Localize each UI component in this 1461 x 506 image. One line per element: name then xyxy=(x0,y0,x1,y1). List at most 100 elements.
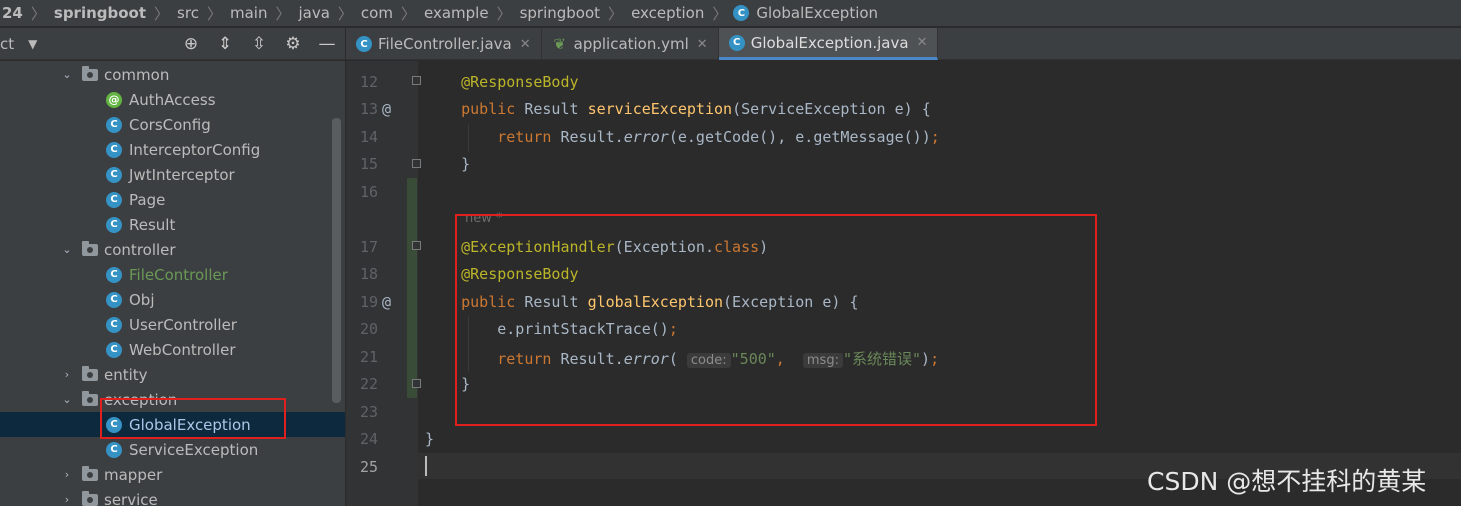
tab-filecontroller[interactable]: C FileController.java ✕ xyxy=(346,28,542,60)
tree-label: service xyxy=(104,490,158,506)
fold-marker-icon[interactable] xyxy=(412,379,421,388)
folder-icon xyxy=(82,240,98,256)
class-icon: C xyxy=(106,216,122,233)
folder-icon xyxy=(82,365,98,381)
tree-label: mapper xyxy=(104,465,163,484)
line-number: 22 xyxy=(359,375,378,393)
breadcrumb-com[interactable]: com xyxy=(359,4,395,22)
tree-item-authaccess[interactable]: @ AuthAccess xyxy=(0,87,345,112)
tree-item-obj[interactable]: C Obj xyxy=(0,287,345,312)
code-line-12: @ResponseBody xyxy=(461,73,579,91)
folder-icon xyxy=(82,65,98,81)
class-icon: C xyxy=(106,141,122,158)
close-icon[interactable]: ✕ xyxy=(917,35,928,50)
line-number: 14 xyxy=(359,128,378,146)
tree-item-page[interactable]: C Page xyxy=(0,187,345,212)
locate-icon[interactable]: ⊕ xyxy=(181,34,201,54)
class-icon: C xyxy=(106,266,122,283)
hide-icon[interactable]: — xyxy=(317,34,337,54)
tree-folder-controller[interactable]: ⌄ controller xyxy=(0,237,345,262)
tree-label: common xyxy=(104,65,170,84)
tree-label: Obj xyxy=(129,290,155,309)
tree-item-filecontroller[interactable]: C FileController xyxy=(0,262,345,287)
tree-folder-entity[interactable]: › entity xyxy=(0,362,345,387)
breadcrumb-java[interactable]: java xyxy=(296,4,331,22)
tree-item-interceptorconfig[interactable]: C InterceptorConfig xyxy=(0,137,345,162)
breadcrumb-src[interactable]: src xyxy=(175,4,201,22)
project-toolbar: ct ▼ ⊕ ⇕ ⇳ ⚙ — xyxy=(0,28,345,60)
folder-icon xyxy=(82,390,98,406)
fold-marker-icon[interactable] xyxy=(412,76,421,85)
class-icon: C xyxy=(106,341,122,358)
project-view-title[interactable]: ct xyxy=(0,35,14,53)
tree-label: entity xyxy=(104,365,148,384)
dropdown-arrow-icon[interactable]: ▼ xyxy=(28,37,37,51)
tab-application-yml[interactable]: ❦ application.yml ✕ xyxy=(542,28,719,60)
code-line-24: } xyxy=(425,430,435,448)
tree-item-jwtinterceptor[interactable]: C JwtInterceptor xyxy=(0,162,345,187)
breadcrumb-main[interactable]: main xyxy=(228,4,269,22)
class-icon: C xyxy=(106,166,122,183)
tab-label: GlobalException.java xyxy=(750,33,909,52)
chevron-down-icon[interactable]: ⌄ xyxy=(60,68,74,81)
tree-folder-service[interactable]: › service xyxy=(0,487,345,506)
close-icon[interactable]: ✕ xyxy=(520,37,531,52)
line-number: 23 xyxy=(359,403,378,421)
spring-leaf-icon: ❦ xyxy=(553,35,566,53)
tree-label: FileController xyxy=(129,265,228,284)
chevron-right-icon: 〉 xyxy=(400,4,416,23)
chevron-right-icon: 〉 xyxy=(206,4,222,23)
chevron-right-icon: 〉 xyxy=(275,4,291,23)
fold-marker-icon[interactable] xyxy=(412,159,421,168)
gear-icon[interactable]: ⚙ xyxy=(283,34,303,54)
breadcrumb-exception[interactable]: exception xyxy=(629,4,706,22)
tree-label: ServiceException xyxy=(129,440,259,459)
breadcrumb-project[interactable]: 24 xyxy=(0,4,25,22)
breadcrumb-file[interactable]: GlobalException xyxy=(754,4,880,22)
tree-scrollbar[interactable] xyxy=(332,118,341,403)
folder-icon xyxy=(82,465,98,481)
fold-marker-icon[interactable] xyxy=(412,241,421,250)
tree-folder-common[interactable]: ⌄ common xyxy=(0,62,345,87)
chevron-down-icon[interactable]: ⌄ xyxy=(60,243,74,256)
tree-item-webcontroller[interactable]: C WebController xyxy=(0,337,345,362)
class-icon: C xyxy=(106,316,122,333)
class-icon: C xyxy=(728,34,745,51)
chevron-down-icon[interactable]: ⌄ xyxy=(60,393,74,406)
tree-item-result[interactable]: C Result xyxy=(0,212,345,237)
chevron-right-icon: 〉 xyxy=(337,4,353,23)
tree-item-serviceexception[interactable]: C ServiceException xyxy=(0,437,345,462)
tab-label: application.yml xyxy=(573,35,689,53)
tree-label: Page xyxy=(129,190,166,209)
tree-label: controller xyxy=(104,240,176,259)
line-number: 17 xyxy=(359,238,378,256)
line-number: 24 xyxy=(359,430,378,448)
expand-all-icon[interactable]: ⇕ xyxy=(215,34,235,54)
tree-label: JwtInterceptor xyxy=(129,165,235,184)
line-number: 25 xyxy=(359,458,378,476)
tree-item-usercontroller[interactable]: C UserController xyxy=(0,312,345,337)
tab-label: FileController.java xyxy=(378,35,512,53)
highlight-box xyxy=(100,398,286,439)
chevron-right-icon: 〉 xyxy=(496,4,512,23)
tree-folder-mapper[interactable]: › mapper xyxy=(0,462,345,487)
override-marker-icon[interactable]: @ xyxy=(382,293,391,311)
line-number: 19 xyxy=(359,293,378,311)
override-marker-icon[interactable]: @ xyxy=(382,100,391,118)
chevron-right-icon[interactable]: › xyxy=(60,368,74,381)
chevron-right-icon: 〉 xyxy=(608,4,624,23)
breadcrumb-springboot[interactable]: springboot xyxy=(518,4,602,22)
code-line-13: public Result serviceException(ServiceEx… xyxy=(461,100,931,118)
chevron-right-icon[interactable]: › xyxy=(60,468,74,481)
breadcrumb-module[interactable]: springboot xyxy=(52,4,148,22)
tab-globalexception[interactable]: C GlobalException.java ✕ xyxy=(718,28,939,60)
tree-label: WebController xyxy=(129,340,236,359)
chevron-right-icon[interactable]: › xyxy=(60,493,74,506)
breadcrumb-example[interactable]: example xyxy=(422,4,491,22)
line-number: 15 xyxy=(359,155,378,173)
class-icon: C xyxy=(106,441,122,458)
tree-label: CorsConfig xyxy=(129,115,211,134)
collapse-all-icon[interactable]: ⇳ xyxy=(249,34,269,54)
close-icon[interactable]: ✕ xyxy=(697,37,708,52)
tree-item-corsconfig[interactable]: C CorsConfig xyxy=(0,112,345,137)
